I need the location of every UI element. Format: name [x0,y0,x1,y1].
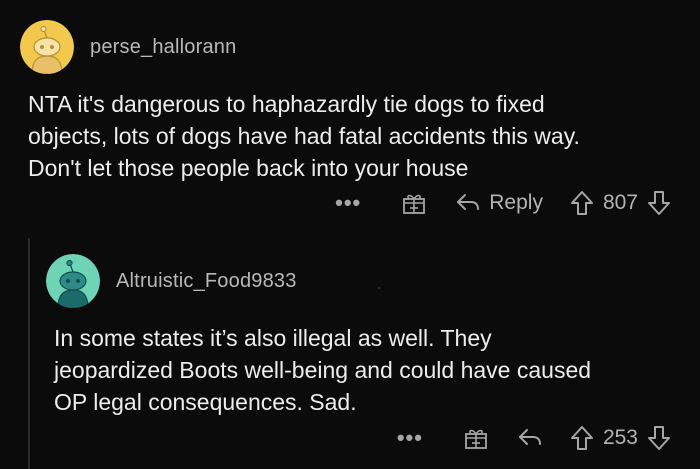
snoo-avatar-icon [46,254,100,308]
comment-body: NTA it's dangerous to haphazardly tie do… [28,91,580,181]
comment-body: In some states it’s also illegal as well… [54,325,592,415]
reply-button[interactable]: Reply [455,191,543,215]
reply-label: Reply [489,191,543,214]
more-options-icon[interactable]: ••• [397,425,423,451]
vote-count: 253 [602,426,638,449]
gift-award-icon[interactable] [401,190,427,216]
vote-control: 807 [569,189,672,217]
more-options-icon[interactable]: ••• [335,190,361,216]
downvote-arrow-icon[interactable] [646,189,672,217]
upvote-arrow-icon[interactable] [569,189,595,217]
reply-arrow-icon [518,429,541,445]
divider-dot [378,287,380,289]
username[interactable]: perse_hallorann [90,36,236,59]
gift-award-icon[interactable] [463,425,489,451]
avatar[interactable] [20,20,74,74]
upvote-arrow-icon[interactable] [569,424,595,452]
username[interactable]: Altruistic_Food9833 [116,270,297,293]
comment-actions: ••• Reply 807 [335,186,672,220]
downvote-arrow-icon[interactable] [646,424,672,452]
vote-control: 253 [569,424,672,452]
vote-count: 807 [602,191,638,214]
avatar[interactable] [46,254,100,308]
thread-line[interactable] [28,238,30,469]
comment-actions: ••• 253 [397,421,672,455]
snoo-avatar-icon [20,20,74,74]
reply-arrow-icon [457,194,480,210]
reply-button[interactable] [517,427,543,449]
comment-header: Altruistic_Food9833 [46,254,297,308]
comment-header: perse_hallorann [20,20,236,74]
